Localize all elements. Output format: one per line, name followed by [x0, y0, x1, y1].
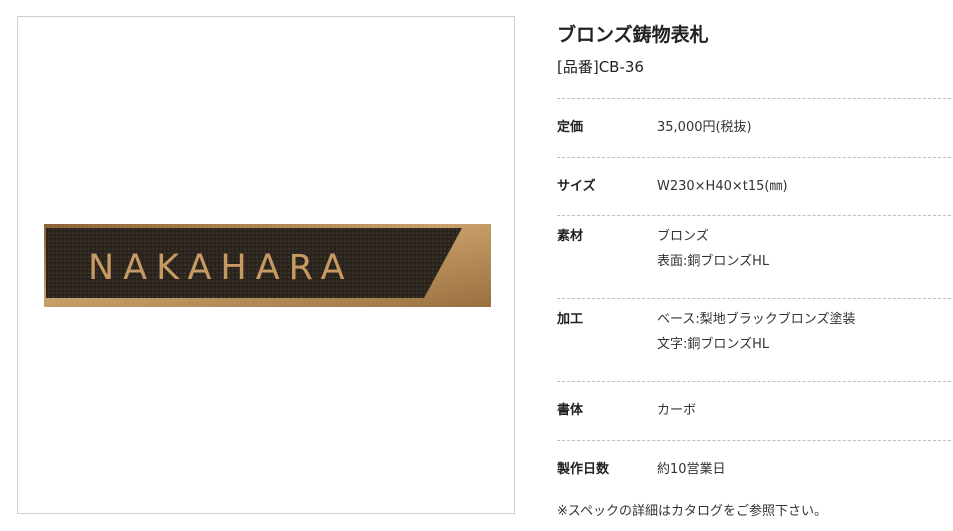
spec-value-line: 文字:銅ブロンズHL — [657, 337, 770, 352]
spec-value: W230×H40×t15(㎜) — [657, 174, 788, 199]
spec-row-size: サイズ W230×H40×t15(㎜) — [557, 158, 951, 216]
spec-row-production-days: 製作日数 約10営業日 — [557, 441, 951, 500]
product-title: ブロンズ鋳物表札 — [557, 24, 709, 46]
nameplate-image: NAKAHARA — [44, 224, 491, 307]
spec-label: 加工 — [557, 312, 584, 327]
spec-value: ベース:梨地ブラックブロンズ塗装 文字:銅ブロンズHL — [657, 307, 855, 357]
spec-value: 35,000円(税抜) — [657, 115, 752, 140]
spec-list: 定価 35,000円(税抜) サイズ W230×H40×t15(㎜) 素材 ブロ… — [557, 98, 951, 499]
spec-label: 書体 — [557, 403, 584, 419]
product-details: ブロンズ鋳物表札 [品番]CB-36 定価 35,000円(税抜) サイズ W2… — [557, 20, 951, 523]
product-code: [品番]CB-36 — [557, 58, 644, 76]
spec-value-line: 約10営業日 — [657, 462, 726, 478]
plate-lettering: NAKAHARA — [88, 248, 354, 288]
spec-value-line: 35,000円(税抜) — [657, 120, 752, 136]
spec-value-line: 表面:銅ブロンズHL — [657, 254, 770, 269]
spec-row-price: 定価 35,000円(税抜) — [557, 99, 951, 158]
spec-label: 素材 — [557, 229, 584, 244]
catalog-note: ※スペックの詳細はカタログをご参照下さい。 — [557, 504, 827, 519]
spec-label: サイズ — [557, 178, 596, 194]
product-image-frame[interactable]: NAKAHARA — [17, 16, 515, 514]
spec-row-typeface: 書体 カーボ — [557, 382, 951, 441]
spec-row-processing: 加工 ベース:梨地ブラックブロンズ塗装 文字:銅ブロンズHL — [557, 299, 951, 382]
spec-value-line: ベース:梨地ブラックブロンズ塗装 — [657, 312, 856, 327]
spec-value-line: W230×H40×t15(㎜) — [657, 178, 788, 194]
spec-value: ブロンズ 表面:銅ブロンズHL — [657, 224, 769, 274]
spec-label: 定価 — [557, 120, 584, 136]
spec-value: カーボ — [657, 398, 696, 423]
spec-value-line: カーボ — [657, 403, 697, 419]
nameplate-graphic: NAKAHARA — [44, 224, 491, 307]
spec-row-material: 素材 ブロンズ 表面:銅ブロンズHL — [557, 216, 951, 299]
spec-label: 製作日数 — [557, 462, 610, 478]
spec-value: 約10営業日 — [657, 457, 726, 482]
spec-value-line: ブロンズ — [657, 229, 709, 244]
